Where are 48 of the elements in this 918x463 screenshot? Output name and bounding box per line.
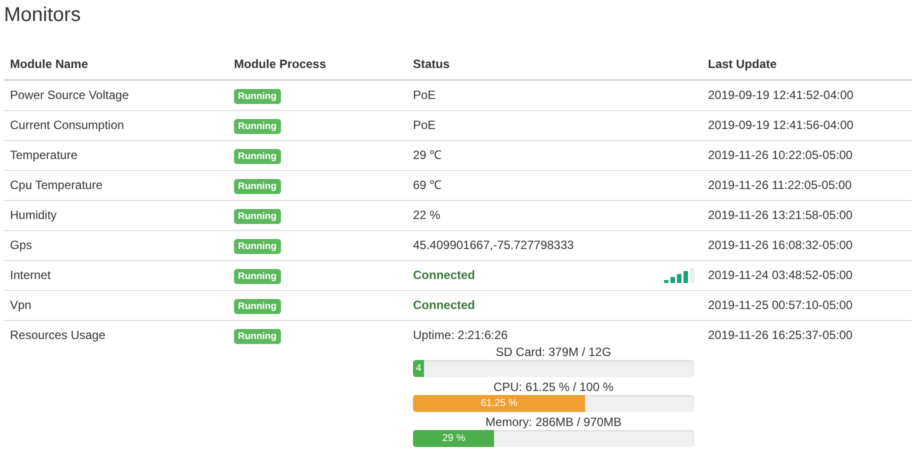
module-name: Gps bbox=[10, 238, 32, 252]
column-header: Status bbox=[407, 49, 702, 80]
status-text: Connected bbox=[413, 267, 476, 284]
running-badge: Running bbox=[234, 329, 281, 344]
status-text: PoE bbox=[413, 88, 436, 102]
update-time: 2019-11-26 10:22:05-05:00 bbox=[708, 148, 853, 162]
signal-icon bbox=[664, 268, 696, 283]
running-badge: Running bbox=[234, 239, 281, 254]
update-time: 2019-11-26 13:21:58-05:00 bbox=[708, 208, 853, 222]
module-name: Current Consumption bbox=[10, 118, 124, 132]
status-text: PoE bbox=[413, 118, 436, 132]
status-text: 69 ℃ bbox=[413, 178, 442, 192]
running-badge: Running bbox=[234, 119, 281, 134]
update-time: 2019-09-19 12:41:56-04:00 bbox=[708, 118, 854, 132]
meter-caption: CPU: 61.25 % / 100 % bbox=[492, 379, 615, 395]
column-header: Module Name bbox=[4, 49, 228, 80]
update-time: 2019-09-19 12:41:52-04:00 bbox=[708, 88, 854, 102]
progress-fill: 29 % bbox=[413, 430, 494, 447]
column-header: Last Update bbox=[702, 49, 912, 80]
module-name: Resources Usage bbox=[10, 328, 106, 342]
running-badge: Running bbox=[234, 89, 281, 104]
module-name: Cpu Temperature bbox=[10, 178, 102, 192]
progress-fill: 4 bbox=[413, 360, 424, 377]
status-text: Connected bbox=[413, 297, 476, 314]
status-text: 22 % bbox=[413, 208, 440, 222]
module-name: Power Source Voltage bbox=[10, 88, 129, 102]
column-header: Module Process bbox=[228, 49, 407, 80]
meter-caption: Memory: 286MB / 970MB bbox=[484, 414, 623, 430]
update-time: 2019-11-25 00:57:10-05:00 bbox=[708, 298, 853, 312]
status-text: 29 ℃ bbox=[413, 148, 442, 162]
progress-fill: 61.25 % bbox=[413, 395, 586, 412]
module-name: Temperature bbox=[10, 148, 78, 162]
meter-caption: SD Card: 379M / 12G bbox=[494, 344, 612, 360]
module-name: Internet bbox=[10, 268, 51, 282]
module-name: Vpn bbox=[10, 298, 32, 312]
update-time: 2019-11-26 16:25:37-05:00 bbox=[708, 328, 853, 342]
running-badge: Running bbox=[234, 209, 281, 224]
status-text: 45.409901667,-75.727798333 bbox=[413, 238, 574, 252]
running-badge: Running bbox=[234, 299, 281, 314]
module-name: Humidity bbox=[10, 208, 57, 222]
running-badge: Running bbox=[234, 179, 281, 194]
update-time: 2019-11-26 11:22:05-05:00 bbox=[708, 178, 852, 192]
page-title: Monitors bbox=[4, 4, 82, 27]
running-badge: Running bbox=[234, 269, 281, 284]
running-badge: Running bbox=[234, 149, 281, 164]
uptime-text: Uptime: 2:21:6:26 bbox=[413, 328, 508, 342]
update-time: 2019-11-24 03:48:52-05:00 bbox=[708, 268, 853, 282]
update-time: 2019-11-26 16:08:32-05:00 bbox=[708, 238, 853, 252]
